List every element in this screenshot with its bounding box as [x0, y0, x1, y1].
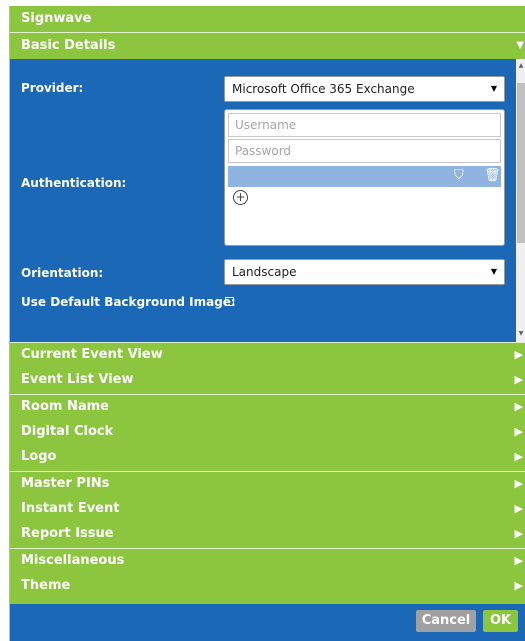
triangle-right-icon: ▶ [514, 477, 523, 490]
selected-account-row[interactable]: ⛉ 🗑 [228, 166, 501, 187]
triangle-right-icon: ▶ [514, 450, 523, 463]
signwave-dialog: Signwave Basic Details ▼ Provider: Micro… [9, 6, 525, 641]
authentication-list: Username Password ⛉ 🗑 + [224, 109, 505, 246]
scrollbar-thumb[interactable] [517, 83, 525, 243]
cancel-button[interactable]: Cancel [416, 610, 476, 632]
triangle-down-icon: ▼ [516, 40, 524, 51]
section-label: Instant Event [21, 501, 120, 516]
scroll-up-icon[interactable]: ▲ [516, 61, 525, 71]
shield-icon[interactable]: ⛉ [454, 168, 464, 183]
section-label: Basic Details [21, 38, 116, 53]
triangle-right-icon: ▶ [514, 502, 523, 515]
section-room-name[interactable]: Room Name ▶ [10, 395, 525, 419]
section-report-issue[interactable]: Report Issue ▶ [10, 522, 525, 546]
add-circle-icon[interactable]: + [233, 190, 248, 205]
section-label: Room Name [21, 399, 109, 414]
section-miscellaneous[interactable]: Miscellaneous ▶ [10, 549, 525, 573]
orientation-value: Landscape [232, 265, 297, 279]
triangle-right-icon: ▶ [514, 527, 523, 540]
divider [10, 32, 525, 33]
triangle-right-icon: ▶ [514, 554, 523, 567]
provider-label: Provider: [21, 81, 84, 95]
section-label: Master PINs [21, 476, 110, 491]
authentication-label: Authentication: [21, 176, 127, 190]
provider-value: Microsoft Office 365 Exchange [232, 82, 415, 96]
provider-select[interactable]: Microsoft Office 365 Exchange ▼ [224, 76, 505, 102]
username-field[interactable]: Username [228, 113, 501, 137]
section-logo[interactable]: Logo ▶ [10, 445, 525, 469]
section-theme[interactable]: Theme ▶ [10, 574, 525, 598]
caret-down-icon: ▼ [490, 267, 497, 276]
section-current-event-view[interactable]: Current Event View ▶ [10, 343, 525, 367]
section-event-list-view[interactable]: Event List View ▶ [10, 368, 525, 392]
section-label: Theme [21, 578, 71, 593]
section-master-pins[interactable]: Master PINs ▶ [10, 472, 525, 496]
dialog-footer: Cancel OK [10, 604, 525, 641]
section-label: Event List View [21, 372, 134, 387]
triangle-right-icon: ▶ [514, 425, 523, 438]
default-background-label: Use Default Background Image: [21, 295, 236, 309]
section-label: Current Event View [21, 347, 163, 362]
triangle-right-icon: ▶ [514, 373, 523, 386]
section-basic-details-header[interactable]: Basic Details ▼ [10, 34, 525, 58]
basic-details-panel: Provider: Microsoft Office 365 Exchange … [10, 59, 525, 342]
password-field[interactable]: Password [228, 139, 501, 163]
caret-down-icon: ▼ [490, 84, 497, 93]
scroll-down-icon[interactable]: ▼ [516, 329, 525, 339]
section-label: Miscellaneous [21, 553, 125, 568]
triangle-right-icon: ▶ [514, 400, 523, 413]
orientation-label: Orientation: [21, 266, 104, 280]
triangle-right-icon: ▶ [514, 579, 523, 592]
panel-scrollbar[interactable]: ▲ ▼ [516, 59, 525, 342]
section-instant-event[interactable]: Instant Event ▶ [10, 497, 525, 521]
trash-icon[interactable]: 🗑 [484, 168, 501, 183]
default-background-checkbox[interactable] [225, 297, 234, 306]
section-label: Logo [21, 449, 57, 464]
section-label: Report Issue [21, 526, 114, 541]
ok-button[interactable]: OK [483, 610, 518, 632]
orientation-select[interactable]: Landscape ▼ [224, 259, 505, 285]
window-title: Signwave [10, 6, 525, 32]
section-digital-clock[interactable]: Digital Clock ▶ [10, 420, 525, 444]
section-label: Digital Clock [21, 424, 114, 439]
triangle-right-icon: ▶ [514, 348, 523, 361]
